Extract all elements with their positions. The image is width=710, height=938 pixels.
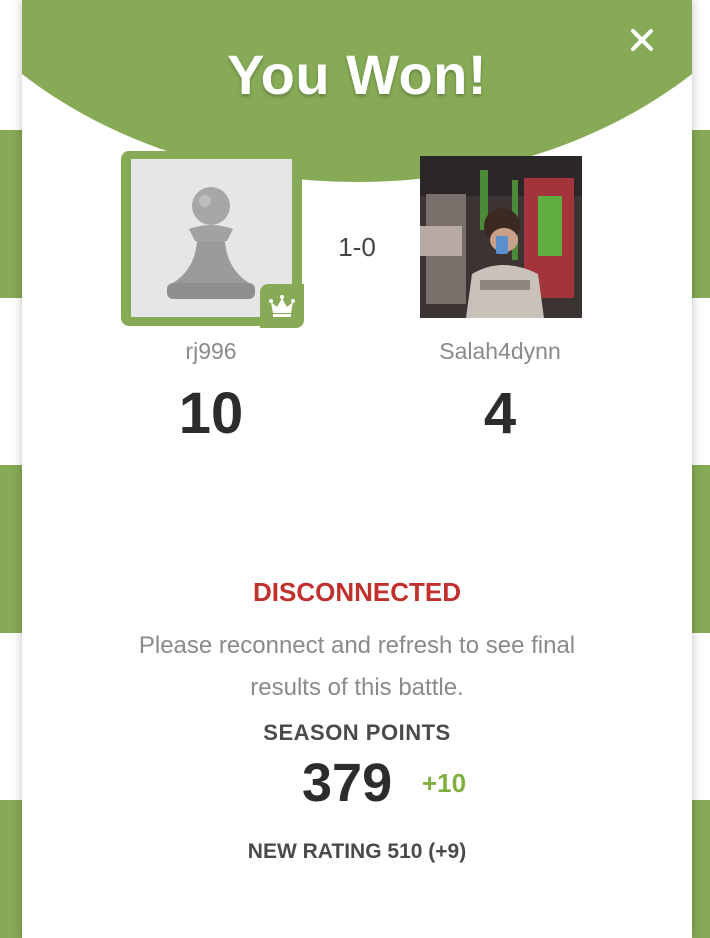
winner-username[interactable]: rj996 <box>91 338 331 365</box>
modal-title: You Won! <box>226 43 488 106</box>
opponent-username[interactable]: Salah4dynn <box>380 338 620 365</box>
status-message: Please reconnect and refresh to see fina… <box>138 632 576 701</box>
winner-badge <box>260 284 304 328</box>
winner-points: 10 <box>178 381 244 446</box>
opponent-photo <box>420 156 582 318</box>
season-points-delta: +10 <box>422 768 467 798</box>
match-score: 1-0 <box>338 232 376 262</box>
game-result-modal: You Won! 1-0 rj996 Salah4dynn 10 4 DISCO… <box>22 0 692 938</box>
close-icon <box>631 29 653 51</box>
new-rating: NEW RATING 510 (+9) <box>247 840 467 863</box>
winner-avatar[interactable] <box>121 151 304 328</box>
close-button[interactable] <box>620 18 664 62</box>
season-points-label: SEASON POINTS <box>263 720 451 745</box>
season-points-value: 379 <box>302 753 393 813</box>
opponent-avatar[interactable] <box>420 156 582 318</box>
crown-icon <box>269 295 295 317</box>
opponent-points: 4 <box>483 381 517 446</box>
connection-status: DISCONNECTED <box>252 577 461 607</box>
